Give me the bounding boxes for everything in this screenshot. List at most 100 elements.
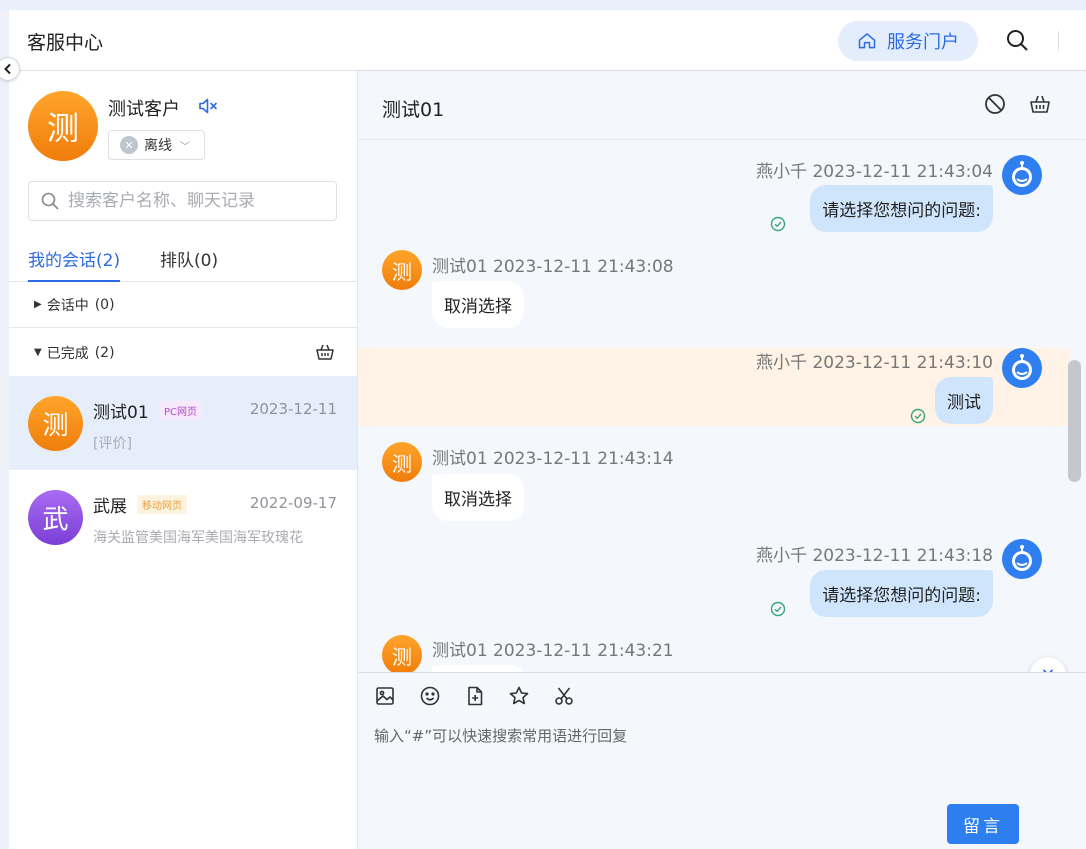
customer-avatar: 测 [382, 635, 422, 672]
tab-my-sessions[interactable]: 我的会话(2) [28, 246, 121, 282]
scissors-icon[interactable] [553, 685, 575, 707]
top-strip [0, 0, 1086, 10]
conversation-name: 武展 [93, 497, 127, 517]
chat-panel: 测试01 燕小千 2023-12-11 21:43:04 请选择您想问的问题: … [358, 71, 1086, 849]
message-row: 测 测试01 2023-12-11 21:43:21 [358, 621, 1070, 672]
chat-header: 测试01 [358, 71, 1086, 140]
bot-avatar [1002, 539, 1042, 579]
channel-tag: PC网页 [159, 401, 203, 420]
message-bubble: 取消选择 [432, 474, 524, 521]
bot-avatar [1002, 348, 1042, 388]
message-meta: 测试01 2023-12-11 21:43:21 [432, 636, 674, 661]
tab-queue[interactable]: 排队(0) [160, 246, 218, 271]
message-bubble: 请选择您想问的问题: [810, 185, 993, 232]
page-title: 客服中心 [27, 32, 104, 54]
message-time: 2023-12-11 21:43:14 [493, 449, 674, 469]
chevron-left-icon [4, 63, 11, 75]
message-composer: 留言 [358, 672, 1086, 849]
home-icon [858, 33, 876, 49]
header-divider [1058, 31, 1059, 51]
message-bubble [432, 665, 526, 672]
image-icon[interactable] [374, 685, 396, 707]
robot-icon [1012, 354, 1032, 380]
file-add-icon[interactable] [464, 685, 486, 707]
group-count: (0) [94, 296, 115, 313]
app-header: 客服中心 服务门户 [9, 10, 1086, 71]
conversation-date: 2022-09-17 [249, 494, 337, 512]
customer-search-input[interactable] [68, 191, 318, 211]
message-meta: 测试01 2023-12-11 21:43:08 [432, 252, 674, 277]
message-row: 测 测试01 2023-12-11 21:43:08 取消选择 [358, 235, 1070, 348]
service-portal-label: 服务门户 [887, 32, 959, 53]
customer-avatar: 测 [382, 442, 422, 482]
message-meta: 燕小千 2023-12-11 21:43:18 [756, 541, 993, 566]
group-label: 已完成 [46, 345, 89, 362]
customer-avatar: 测 [382, 250, 422, 290]
message-meta: 测试01 2023-12-11 21:43:14 [432, 444, 674, 469]
robot-icon [1012, 545, 1032, 571]
message-row: 测 测试01 2023-12-11 21:43:14 取消选择 [358, 426, 1070, 541]
message-sender: 燕小千 [756, 353, 808, 373]
message-row-highlighted: 燕小千 2023-12-11 21:43:10 测试 [358, 348, 1070, 426]
message-input[interactable] [374, 725, 1064, 795]
customer-name: 测试客户 [108, 99, 180, 120]
message-bubble: 测试 [935, 377, 993, 424]
search-icon [41, 192, 59, 210]
message-bubble: 请选择您想问的问题: [810, 570, 993, 617]
session-tabs: 我的会话(2) 排队(0) [9, 241, 357, 282]
chat-title: 测试01 [382, 99, 445, 121]
message-bubble: 取消选择 [432, 281, 524, 328]
bot-avatar [1002, 155, 1042, 195]
robot-icon [1012, 161, 1032, 187]
chat-scrollbar[interactable] [1068, 360, 1081, 482]
status-label: 离线 [144, 138, 172, 154]
channel-tag: 移动网页 [137, 495, 187, 514]
caret-right-icon: ▶ [34, 299, 42, 310]
message-sender: 测试01 [432, 449, 488, 469]
read-check-icon [770, 216, 786, 232]
conversation-preview: 海关监管美国海军美国海军玫瑰花 [93, 530, 303, 546]
conversation-avatar: 测 [28, 396, 83, 451]
emoji-icon[interactable] [419, 685, 441, 707]
group-count: (2) [94, 344, 115, 361]
chevron-down-icon: ﹀ [180, 141, 190, 153]
message-list: 燕小千 2023-12-11 21:43:04 请选择您想问的问题: 测 测试0… [358, 140, 1086, 672]
offline-status-icon: ✕ [120, 136, 138, 154]
message-time: 2023-12-11 21:43:10 [812, 353, 993, 373]
customer-search [28, 181, 337, 221]
message-sender: 燕小千 [756, 546, 808, 566]
caret-down-icon: ▼ [34, 347, 42, 358]
conversation-name: 测试01 [93, 403, 149, 423]
message-time: 2023-12-11 21:43:18 [812, 546, 993, 566]
message-sender: 测试01 [432, 641, 488, 661]
service-portal-button[interactable]: 服务门户 [838, 21, 978, 61]
leave-message-button[interactable]: 留言 [947, 804, 1019, 844]
message-sender: 测试01 [432, 257, 488, 277]
status-dropdown[interactable]: ✕ 离线 ﹀ [108, 130, 205, 160]
sidebar: 测 测试客户 ✕ 离线 ﹀ 我的会话(2) 排队(0) ▶ 会话中 (0) ▼ … [9, 71, 358, 849]
message-time: 2023-12-11 21:43:04 [812, 162, 993, 182]
group-in-session[interactable]: ▶ 会话中 (0) [9, 282, 357, 328]
conversation-item[interactable]: 武 武展 移动网页 2022-09-17 海关监管美国海军美国海军玫瑰花 [9, 470, 357, 564]
message-meta: 燕小千 2023-12-11 21:43:10 [756, 348, 993, 373]
message-time: 2023-12-11 21:43:08 [493, 257, 674, 277]
search-icon[interactable] [1005, 28, 1029, 52]
group-completed[interactable]: ▼ 已完成 (2) [9, 329, 357, 376]
read-check-icon [770, 601, 786, 617]
message-meta: 燕小千 2023-12-11 21:43:04 [756, 157, 993, 182]
volume-mute-icon[interactable] [198, 97, 218, 115]
message-sender: 燕小千 [756, 162, 808, 182]
star-icon[interactable] [508, 685, 530, 707]
read-check-icon [910, 408, 926, 424]
group-label: 会话中 [46, 297, 89, 314]
block-icon[interactable] [984, 93, 1006, 115]
customer-avatar: 测 [28, 91, 98, 161]
conversation-preview: [评价] [93, 436, 132, 452]
message-row: 燕小千 2023-12-11 21:43:04 请选择您想问的问题: [358, 140, 1070, 235]
message-row: 燕小千 2023-12-11 21:43:18 请选择您想问的问题: [358, 539, 1070, 621]
basket-icon[interactable] [315, 342, 335, 362]
conversation-avatar: 武 [28, 490, 83, 545]
conversation-item[interactable]: 测 测试01 PC网页 2023-12-11 [评价] [9, 376, 357, 470]
message-time: 2023-12-11 21:43:21 [493, 641, 674, 661]
basket-icon[interactable] [1029, 93, 1051, 115]
